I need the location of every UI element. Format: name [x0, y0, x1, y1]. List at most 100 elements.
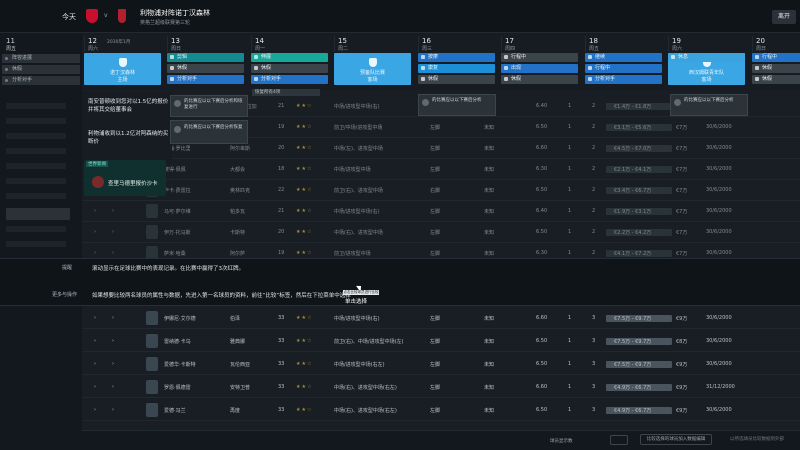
schedule-tile[interactable]: 继续	[585, 53, 662, 62]
restore-pill[interactable]: 恢复所有4项	[252, 89, 320, 96]
table-row[interactable]: › › 伊万·托马斯 卡斯特 20 ★★☆ 中场(右)、进攻型中场 左脚 未知 6.50 1 2 €2.…	[82, 222, 800, 243]
match-tile[interactable]: 诺丁汉森林 主场	[84, 53, 161, 85]
nav-item-placeholder[interactable]	[6, 226, 66, 232]
nav-button-analyze-opponent[interactable]: 分析对手	[2, 76, 80, 85]
news-note[interactable]: 南安普顿收到您对以1.5亿的报价并将其交给董事会	[88, 98, 170, 114]
row-chevron-icon[interactable]: ›	[112, 361, 114, 367]
schedule-tile[interactable]: 伸展	[251, 53, 328, 62]
player-name[interactable]: 卢卡·费雷拉	[164, 187, 191, 194]
nav-item-placeholder[interactable]	[6, 163, 66, 169]
row-expand-icon[interactable]: ›	[94, 208, 96, 214]
calendar-day-header[interactable]: 13 周日	[167, 36, 248, 52]
calendar-day-header[interactable]: 20 周日	[752, 36, 800, 52]
schedule-tile[interactable]: 分析对手	[251, 75, 328, 84]
calendar-day-header[interactable]: 17 周四	[501, 36, 582, 52]
nav-item-placeholder[interactable]	[6, 103, 66, 109]
click-select-button[interactable]: 单击选择	[345, 297, 367, 305]
calendar-day-header[interactable]: 16 周三	[418, 36, 499, 52]
day-number: 12	[88, 37, 97, 45]
calendar-day-header[interactable]: 15 周二	[334, 36, 415, 52]
activity-icon	[588, 66, 592, 70]
close-button[interactable]: 离开	[772, 10, 796, 24]
player-name[interactable]: 彼得·佩佩	[164, 166, 186, 173]
event-popup-card[interactable]: 的比赛应以以下赛后分析	[670, 94, 748, 116]
nav-item-placeholder[interactable]	[6, 178, 66, 184]
row-expand-icon[interactable]: ›	[94, 229, 96, 235]
row-expand-icon[interactable]: ›	[94, 384, 96, 390]
schedule-tile[interactable]: 休假	[752, 64, 800, 73]
schedule-tile[interactable]: 分析对手	[585, 75, 662, 84]
nav-item-placeholder[interactable]	[6, 133, 66, 139]
schedule-tile[interactable]: 行程中	[585, 64, 662, 73]
row-expand-icon[interactable]: ›	[94, 250, 96, 256]
row-expand-icon[interactable]: ›	[94, 361, 96, 367]
calendar-day-header[interactable]: 19 周六	[668, 36, 749, 52]
row-expand-icon[interactable]: ›	[94, 315, 96, 321]
nav-item-placeholder[interactable]	[6, 118, 66, 124]
row-chevron-icon[interactable]: ›	[112, 229, 114, 235]
schedule-tile[interactable]: 出现	[501, 64, 578, 73]
schedule-tile[interactable]: 按摩	[418, 53, 495, 62]
nav-item-placeholder[interactable]	[6, 193, 66, 199]
schedule-tile[interactable]: 分析对手	[167, 75, 244, 84]
player-name[interactable]: 马可·萨尔维	[164, 208, 191, 215]
nav-button-rest[interactable]: 休假	[2, 65, 80, 74]
player-name[interactable]: 伊娜尼·艾尔德	[164, 315, 196, 322]
player-name[interactable]: 爱德华·卡斯特	[164, 361, 196, 368]
event-popup-card[interactable]: 的比赛应以以下赛后分析	[418, 94, 496, 116]
nav-button-squad-progress[interactable]: 阵容进展	[2, 54, 80, 63]
stat-b: 2	[592, 166, 596, 172]
schedule-tile[interactable]: 剪辑	[167, 53, 244, 62]
news-note[interactable]: 利物浦收到以1.2亿对阿森纳的买断价	[88, 130, 170, 146]
row-chevron-icon[interactable]: ›	[112, 384, 114, 390]
day-number: 19	[672, 37, 681, 45]
compare-export-button[interactable]: 以所选球员比较数据到外部	[718, 434, 796, 445]
row-chevron-icon[interactable]: ›	[112, 208, 114, 214]
table-row[interactable]: ››卢卡·费雷拉奥林匹克22★★☆前卫(右)、进攻型中场右脚未知6.5012€3…	[82, 180, 800, 201]
player-name[interactable]: 罗恩·佩德雷	[164, 384, 191, 391]
row-chevron-icon[interactable]: ›	[112, 250, 114, 256]
nav-item-placeholder[interactable]	[6, 241, 66, 247]
row-expand-icon[interactable]: ›	[94, 338, 96, 344]
average-rating: 6.50	[536, 187, 548, 193]
table-row[interactable]: › › 伊娜尼·艾尔德 伯泽 33 ★★☆ 中场/进攻型中场(右) 左脚 未知 6.60 1 3 €7.…	[82, 308, 800, 329]
table-row[interactable]: › › 爱德·冯兰 再度 33 ★★☆ 中场(右)、进攻型中场(右左) 左脚 未知 6.50 1 3 €…	[82, 400, 800, 421]
calendar-day-header[interactable]: 12 周六 2030年1月	[84, 36, 165, 52]
schedule-tile[interactable]: 休假	[752, 75, 800, 84]
pager-input[interactable]	[610, 435, 628, 445]
match-headline[interactable]: 利物浦对阵诺丁汉森林	[140, 8, 210, 18]
event-popup-card[interactable]: 的比赛应以以下赛后分析和恢复进行	[170, 95, 248, 117]
table-row[interactable]: › › 马可·萨尔维 帕多瓦 21 ★★☆ 中场/进攻型中场(右) 左脚 未知 6.40 1 2 €1.…	[82, 201, 800, 222]
row-expand-icon[interactable]: ›	[94, 407, 96, 413]
schedule-tile[interactable]: 行程中	[752, 53, 800, 62]
table-row[interactable]: › › 爱德华·卡斯特 瓦伦西亚 33 ★★☆ 中场/进攻型中场(右左) 左脚 未知 6.50 1 3…	[82, 354, 800, 375]
player-name[interactable]: 雷纳德·卡乌	[164, 338, 191, 345]
table-row[interactable]: › › 罗恩·佩德雷 安特卫普 33 ★★☆ 中场(右)、进攻型中场(右左) 左脚 未知 6.60…	[82, 377, 800, 398]
schedule-tile[interactable]: 康复	[418, 64, 495, 73]
calendar-day-header[interactable]: 18 周五	[585, 36, 666, 52]
schedule-tile[interactable]: 休假	[251, 64, 328, 73]
player-name[interactable]: 爱德·冯兰	[164, 407, 186, 414]
compare-add-button[interactable]: 比较选择的球员加入数据编辑	[640, 434, 712, 445]
table-row[interactable]: › › 雷纳德·卡乌 雅典娜 33 ★★☆ 前卫(右)、中场/进攻型中场(左) 左脚 未知 6.5…	[82, 331, 800, 352]
table-row[interactable]: ››彼得·佩佩大都会18★★☆中场/进攻型中场左脚未知6.3012€2.1万 -…	[82, 159, 800, 180]
tile-label: 剪辑	[177, 54, 188, 60]
star-rating: ★★☆	[296, 208, 313, 214]
nav-item-placeholder[interactable]	[6, 148, 66, 154]
player-name[interactable]: 萨米·哈桑	[164, 250, 186, 257]
schedule-tile[interactable]: 休假	[167, 64, 244, 73]
schedule-tile[interactable]: 休息	[668, 53, 745, 62]
stat-b: 2	[592, 145, 596, 151]
tooltip: 点击比较球员进行比较	[343, 290, 379, 295]
player-name[interactable]: 伊万·托马斯	[164, 229, 191, 236]
schedule-tile[interactable]: 休假	[501, 75, 578, 84]
schedule-tile[interactable]: 休假	[418, 75, 495, 84]
schedule-tile[interactable]: 行程中	[501, 53, 578, 62]
nav-item-active[interactable]	[6, 208, 70, 220]
calendar-day-header[interactable]: 14 周一	[251, 36, 332, 52]
row-chevron-icon[interactable]: ›	[112, 407, 114, 413]
row-chevron-icon[interactable]: ›	[112, 315, 114, 321]
event-popup-card[interactable]: 的比赛应以以下赛后分析恢复	[170, 120, 248, 144]
match-tile[interactable]: 预备队比赛 客场	[334, 53, 411, 85]
row-chevron-icon[interactable]: ›	[112, 338, 114, 344]
